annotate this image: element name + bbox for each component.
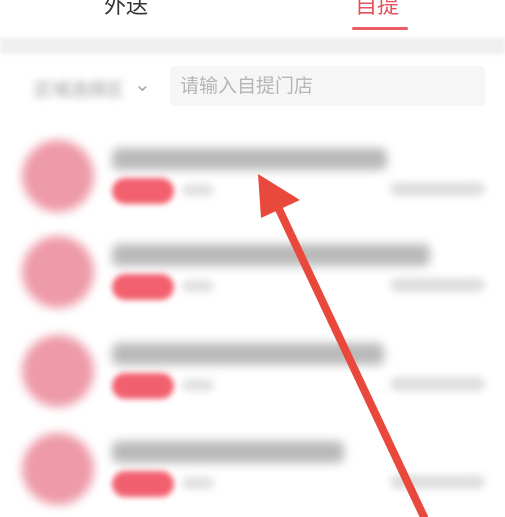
store-name (112, 148, 387, 170)
tab-delivery[interactable]: 外送 (104, 0, 148, 20)
store-tag-text (182, 477, 214, 489)
list-item[interactable] (0, 140, 505, 240)
search-row: 区域选择区 ⌄ (0, 58, 505, 114)
store-name (112, 343, 384, 365)
region-selector[interactable]: 区域选择区 ⌄ (22, 68, 157, 104)
section-divider (0, 38, 505, 54)
store-tag-text (182, 280, 214, 292)
list-item[interactable] (0, 236, 505, 336)
region-selector-label: 区域选择区 (34, 80, 124, 101)
tab-pickup[interactable]: 自提 (355, 0, 399, 20)
store-avatar (22, 335, 94, 407)
store-distance (390, 182, 485, 196)
store-distance (390, 377, 485, 391)
store-tag-text (182, 184, 214, 196)
store-name (112, 441, 344, 463)
store-tag (112, 373, 174, 399)
store-avatar (22, 140, 94, 212)
list-item[interactable] (0, 433, 505, 517)
store-distance (390, 278, 485, 292)
search-box (170, 66, 485, 106)
store-search-input[interactable] (170, 66, 485, 106)
store-name (112, 244, 430, 266)
store-avatar (22, 433, 94, 505)
store-avatar (22, 236, 94, 308)
store-distance (390, 475, 485, 489)
top-tab-bar: 外送 自提 (0, 0, 505, 38)
store-tag (112, 274, 174, 300)
store-tag (112, 178, 174, 204)
list-item[interactable] (0, 335, 505, 435)
store-tag-text (182, 379, 214, 391)
chevron-down-icon: ⌄ (134, 72, 151, 96)
store-tag (112, 471, 174, 497)
active-tab-indicator (352, 27, 408, 30)
